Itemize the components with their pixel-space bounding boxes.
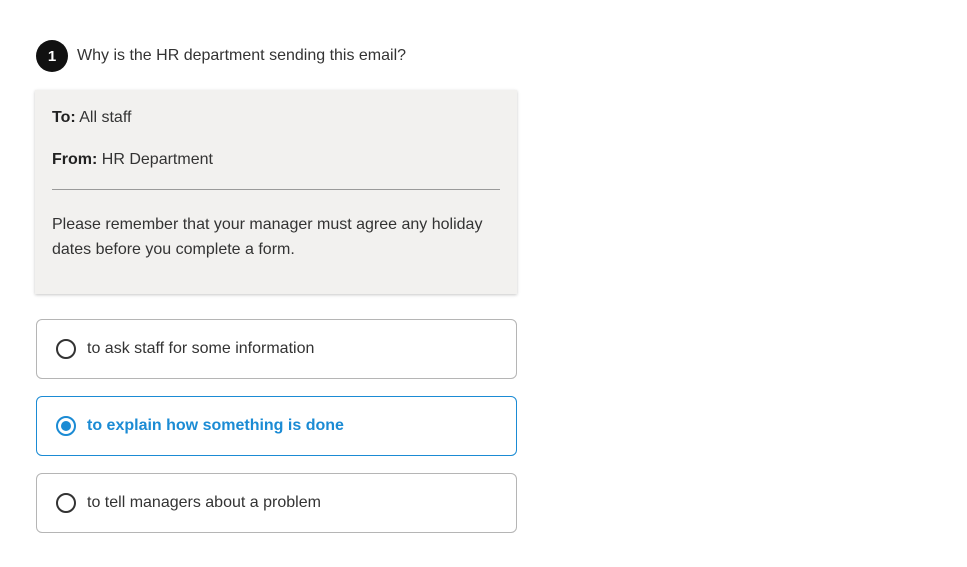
answer-option-1[interactable]: to ask staff for some information bbox=[36, 319, 517, 379]
radio-button-selected-icon[interactable] bbox=[56, 416, 76, 436]
question-header: 1 Why is the HR department sending this … bbox=[36, 40, 406, 72]
email-to-value: All staff bbox=[79, 109, 132, 126]
answer-option-2[interactable]: to explain how something is done bbox=[36, 396, 517, 456]
question-text: Why is the HR department sending this em… bbox=[77, 47, 407, 64]
email-from-label: From: bbox=[52, 151, 98, 168]
radio-dot-icon bbox=[61, 421, 71, 431]
answer-option-label: to ask staff for some information bbox=[87, 340, 315, 357]
radio-button-icon[interactable] bbox=[56, 493, 76, 513]
email-body: Please remember that your manager must a… bbox=[52, 216, 483, 258]
question-number-badge: 1 bbox=[36, 40, 68, 72]
email-to-line: To: All staff bbox=[52, 109, 131, 127]
email-to-label: To: bbox=[52, 109, 76, 126]
email-card: To: All staff From: HR Department Please… bbox=[35, 90, 517, 294]
radio-button-icon[interactable] bbox=[56, 339, 76, 359]
email-from-line: From: HR Department bbox=[52, 151, 213, 169]
answer-option-label: to explain how something is done bbox=[87, 417, 344, 434]
email-divider bbox=[52, 189, 500, 190]
answer-option-3[interactable]: to tell managers about a problem bbox=[36, 473, 517, 533]
answer-option-label: to tell managers about a problem bbox=[87, 494, 321, 511]
email-from-value: HR Department bbox=[101, 151, 213, 168]
